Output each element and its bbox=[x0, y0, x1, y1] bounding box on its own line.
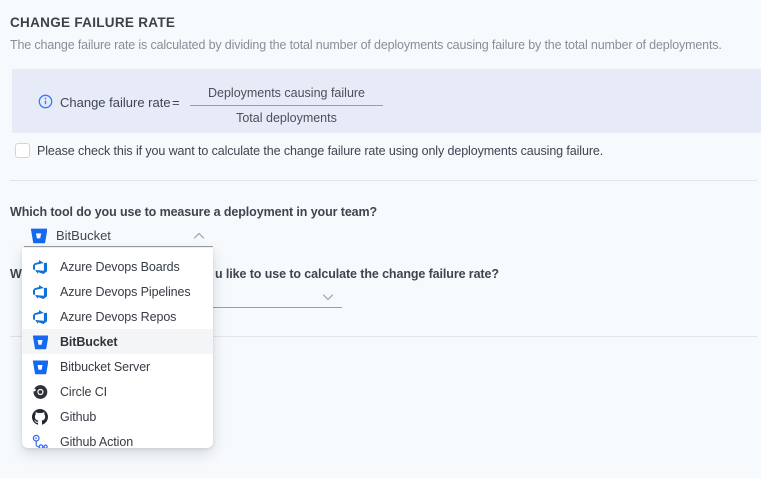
bitbucket-icon bbox=[32, 334, 48, 350]
deployment-tool-select-value: BitBucket bbox=[56, 228, 111, 243]
change-failure-rate-settings-page: CHANGE FAILURE RATE The change failure r… bbox=[0, 0, 761, 478]
question-deployment-tool: Which tool do you use to measure a deplo… bbox=[10, 205, 377, 219]
azure-devops-icon bbox=[32, 284, 48, 300]
page-description: The change failure rate is calculated by… bbox=[10, 38, 722, 52]
dropdown-option-azure-devops-boards[interactable]: Azure Devops Boards bbox=[22, 254, 213, 279]
circleci-icon bbox=[32, 384, 48, 400]
dropdown-option-github[interactable]: Github bbox=[22, 404, 213, 429]
bitbucket-icon bbox=[30, 227, 47, 244]
info-circle-icon bbox=[38, 94, 53, 109]
formula-label: Change failure rate bbox=[60, 95, 171, 110]
dropdown-option-bitbucket[interactable]: BitBucket bbox=[22, 329, 213, 354]
formula-equals-sign: = bbox=[172, 95, 180, 110]
question-calc-source-fragment-left: W bbox=[10, 267, 22, 281]
github-icon bbox=[32, 409, 48, 425]
formula-box: Change failure rate = Deployments causin… bbox=[12, 69, 761, 133]
chevron-up-icon bbox=[193, 232, 205, 240]
dropdown-option-label: Github Action bbox=[60, 435, 133, 449]
only-failure-deployments-checkbox-label: Please check this if you want to calcula… bbox=[37, 144, 603, 158]
formula-numerator: Deployments causing failure bbox=[190, 86, 383, 106]
dropdown-option-label: Azure Devops Repos bbox=[60, 310, 176, 324]
page-title: CHANGE FAILURE RATE bbox=[10, 15, 175, 30]
dropdown-option-github-action[interactable]: Github Action bbox=[22, 429, 213, 448]
chevron-down-icon bbox=[322, 293, 334, 301]
only-failure-deployments-checkbox[interactable] bbox=[15, 143, 30, 158]
dropdown-option-bitbucket-server[interactable]: Bitbucket Server bbox=[22, 354, 213, 379]
formula-fraction: Deployments causing failure Total deploy… bbox=[190, 86, 383, 125]
deployment-tool-dropdown: Azure Devops Boards Azure Devops Pipelin… bbox=[22, 248, 213, 448]
dropdown-option-label: Github bbox=[60, 410, 96, 424]
dropdown-option-label: Bitbucket Server bbox=[60, 360, 150, 374]
azure-devops-icon bbox=[32, 259, 48, 275]
dropdown-option-label: Azure Devops Pipelines bbox=[60, 285, 191, 299]
github-actions-icon bbox=[32, 434, 48, 449]
question-calc-source-fragment-right: u like to use to calculate the change fa… bbox=[215, 267, 499, 281]
dropdown-option-label: Azure Devops Boards bbox=[60, 260, 180, 274]
dropdown-option-circle-ci[interactable]: Circle CI bbox=[22, 379, 213, 404]
dropdown-option-azure-devops-repos[interactable]: Azure Devops Repos bbox=[22, 304, 213, 329]
dropdown-option-label: Circle CI bbox=[60, 385, 107, 399]
dropdown-option-azure-devops-pipelines[interactable]: Azure Devops Pipelines bbox=[22, 279, 213, 304]
section-divider bbox=[10, 180, 757, 181]
dropdown-option-label: BitBucket bbox=[60, 335, 117, 349]
bitbucket-icon bbox=[32, 359, 48, 375]
formula-denominator: Total deployments bbox=[190, 106, 383, 125]
deployment-tool-select[interactable]: BitBucket bbox=[24, 225, 213, 247]
azure-devops-icon bbox=[32, 309, 48, 325]
